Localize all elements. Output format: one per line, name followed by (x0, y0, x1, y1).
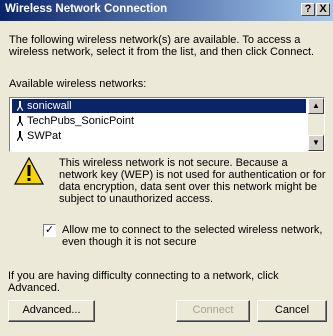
warning-icon (14, 157, 44, 185)
wireless-connection-dialog: Wireless Network Connection ? X The foll… (0, 0, 333, 336)
advanced-button[interactable]: Advanced... (8, 300, 95, 322)
close-button[interactable]: X (316, 3, 330, 16)
list-item-network[interactable]: SWPat (12, 129, 306, 143)
list-item-network[interactable]: sonicwall (12, 99, 306, 113)
list-item-network[interactable]: TechPubs_SonicPoint (12, 114, 306, 128)
scroll-down-icon[interactable]: ▼ (308, 135, 324, 151)
networks-list-label: Available wireless networks: (9, 78, 147, 90)
network-name: SWPat (27, 130, 62, 142)
title-bar[interactable]: Wireless Network Connection ? X (0, 0, 333, 21)
advanced-hint-text: If you are having difficulty connecting … (8, 270, 279, 294)
connect-button[interactable]: Connect (176, 300, 250, 322)
security-warning-text: This wireless network is not secure. Bec… (59, 157, 326, 205)
antenna-icon (17, 131, 23, 141)
scroll-up-icon[interactable]: ▲ (308, 98, 324, 114)
cancel-button[interactable]: Cancel (257, 300, 327, 322)
network-name: sonicwall (27, 100, 72, 112)
intro-text: The following wireless network(s) are av… (9, 34, 315, 58)
allow-insecure-checkbox[interactable]: ✓ (43, 224, 56, 237)
window-title: Wireless Network Connection (5, 3, 168, 15)
antenna-icon (17, 101, 23, 111)
allow-insecure-label[interactable]: Allow me to connect to the selected wire… (62, 224, 327, 248)
help-button[interactable]: ? (301, 3, 315, 16)
antenna-icon (17, 116, 23, 126)
network-name: TechPubs_SonicPoint (27, 115, 135, 127)
list-scrollbar[interactable]: ▲ ▼ (308, 98, 324, 151)
wireless-networks-list[interactable]: sonicwall TechPubs_SonicPoint SWPat ▲ ▼ (9, 97, 325, 152)
